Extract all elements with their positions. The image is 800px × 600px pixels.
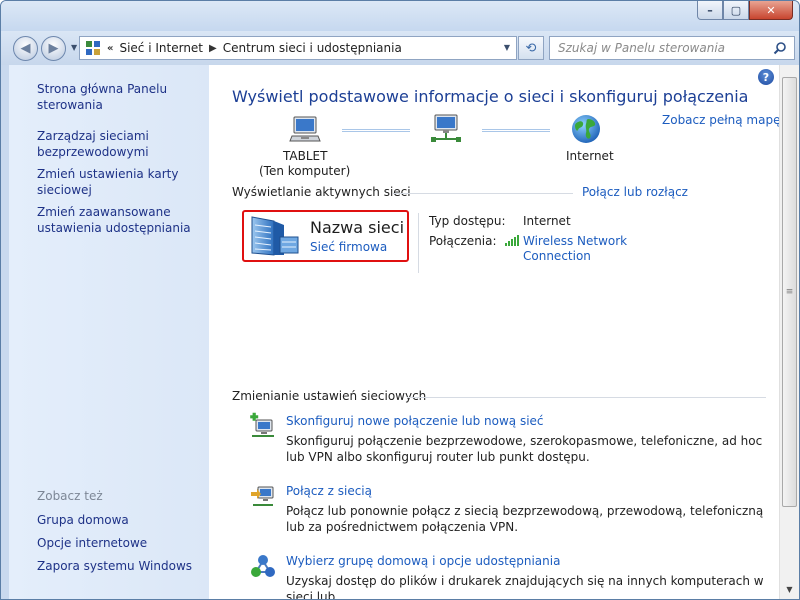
sidebar-link-windows-firewall[interactable]: Zapora systemu Windows (37, 558, 207, 574)
building-network-icon[interactable] (250, 215, 302, 257)
back-button[interactable]: ◀ (13, 36, 38, 61)
task-connect-to-network[interactable]: Połącz z siecią (286, 484, 372, 498)
homegroup-icon[interactable] (250, 553, 276, 579)
computer-icon[interactable] (289, 114, 321, 146)
wireless-connection-link-line2[interactable]: Connection (523, 249, 591, 263)
network-type-link[interactable]: Sieć firmowa (310, 240, 387, 254)
vertical-divider (418, 213, 419, 273)
connect-network-icon[interactable] (250, 483, 276, 509)
wireless-signal-icon (504, 234, 520, 246)
breadcrumb-overflow[interactable]: « (107, 43, 113, 54)
section-divider (393, 193, 573, 194)
globe-icon[interactable] (570, 113, 602, 145)
breadcrumb-network-internet[interactable]: Sieć i Internet (119, 41, 203, 55)
forward-button[interactable]: ▶ (41, 36, 66, 61)
task-setup-new-connection[interactable]: Skonfiguruj nowe połączenie lub nową sie… (286, 414, 544, 428)
map-connector-line (482, 129, 550, 132)
minimize-button[interactable]: – (697, 1, 723, 20)
sidebar-link-adapter-settings[interactable]: Zmień ustawienia karty sieciowej (37, 166, 207, 198)
computer-name: TABLET (283, 149, 328, 163)
refresh-icon: ⟲ (525, 40, 537, 56)
access-type-label: Typ dostępu: (429, 214, 506, 228)
network-icon[interactable] (429, 113, 463, 147)
see-full-map-link[interactable]: Zobacz pełną mapę (662, 113, 780, 127)
scrollbar-thumb[interactable]: ≡ (782, 77, 797, 507)
address-bar[interactable]: « Sieć i Internet ▶ Centrum sieci i udos… (79, 36, 517, 60)
task-choose-homegroup-desc: Uzyskaj dostęp do plików i drukarek znaj… (286, 574, 764, 600)
active-networks-title: Wyświetlanie aktywnych sieci (232, 185, 411, 199)
access-type-value: Internet (523, 214, 571, 228)
task-connect-to-network-desc: Połącz lub ponownie połącz z siecią bezp… (286, 504, 764, 534)
task-setup-new-connection-desc: Skonfiguruj połączenie bezprzewodowe, sz… (286, 434, 763, 464)
address-dropdown[interactable]: ▼ (504, 43, 510, 52)
new-connection-icon[interactable] (250, 412, 276, 438)
scroll-down-arrow[interactable]: ▼ (780, 581, 799, 597)
sidebar-link-homegroup[interactable]: Grupa domowa (37, 512, 207, 528)
maximize-button[interactable]: ▢ (723, 1, 749, 20)
caption-buttons: – ▢ ✕ (697, 1, 793, 20)
breadcrumb-network-center[interactable]: Centrum sieci i udostępniania (223, 41, 402, 55)
control-panel-window: – ▢ ✕ ◀ ▶ ▼ « Sieć i Internet ▶ Centrum … (0, 0, 800, 600)
search-icon[interactable] (773, 41, 787, 58)
change-settings-title: Zmienianie ustawień sieciowych (232, 389, 427, 403)
connect-disconnect-link[interactable]: Połącz lub rozłącz (582, 185, 688, 199)
task-choose-homegroup[interactable]: Wybierz grupę domową i opcje udostępnian… (286, 554, 560, 568)
sidebar: Strona główna Panelu sterowania Zarządza… (9, 65, 209, 599)
sidebar-link-internet-options[interactable]: Opcje internetowe (37, 535, 207, 551)
sidebar-link-advanced-sharing[interactable]: Zmień zaawansowane ustawienia udostępnia… (37, 204, 207, 236)
network-name: Nazwa sieci (310, 218, 405, 237)
close-button[interactable]: ✕ (749, 1, 793, 20)
map-connector-line (342, 129, 410, 132)
title-bar: – ▢ ✕ (1, 1, 799, 31)
connections-label: Połączenia: (429, 234, 497, 248)
arrow-left-icon: ◀ (20, 41, 31, 56)
computer-subtitle: (Ten komputer) (259, 164, 351, 178)
sidebar-link-manage-wireless[interactable]: Zarządzaj sieciami bezprzewodowymi (37, 128, 207, 160)
recent-pages-dropdown[interactable]: ▼ (71, 43, 77, 52)
internet-label: Internet (566, 149, 614, 163)
section-divider (407, 397, 766, 398)
page-title: Wyświetl podstawowe informacje o sieci i… (232, 87, 749, 106)
network-highlight-box: Nazwa sieci Sieć firmowa (242, 210, 409, 262)
see-also-label: Zobacz też (37, 489, 103, 503)
sidebar-link-control-panel-home[interactable]: Strona główna Panelu sterowania (37, 81, 207, 113)
chevron-right-icon[interactable]: ▶ (209, 43, 217, 54)
arrow-right-icon: ▶ (48, 41, 59, 56)
control-panel-icon (83, 38, 103, 58)
refresh-button[interactable]: ⟲ (518, 36, 544, 60)
navigation-bar: ◀ ▶ ▼ « Sieć i Internet ▶ Centrum sieci … (1, 31, 799, 65)
vertical-scrollbar[interactable]: ≡ ▼ (779, 65, 799, 599)
search-box (549, 36, 795, 60)
help-button[interactable]: ? (758, 69, 774, 85)
wireless-connection-link-line1[interactable]: Wireless Network (523, 234, 627, 248)
help-icon: ? (762, 70, 770, 84)
search-input[interactable] (558, 38, 773, 58)
